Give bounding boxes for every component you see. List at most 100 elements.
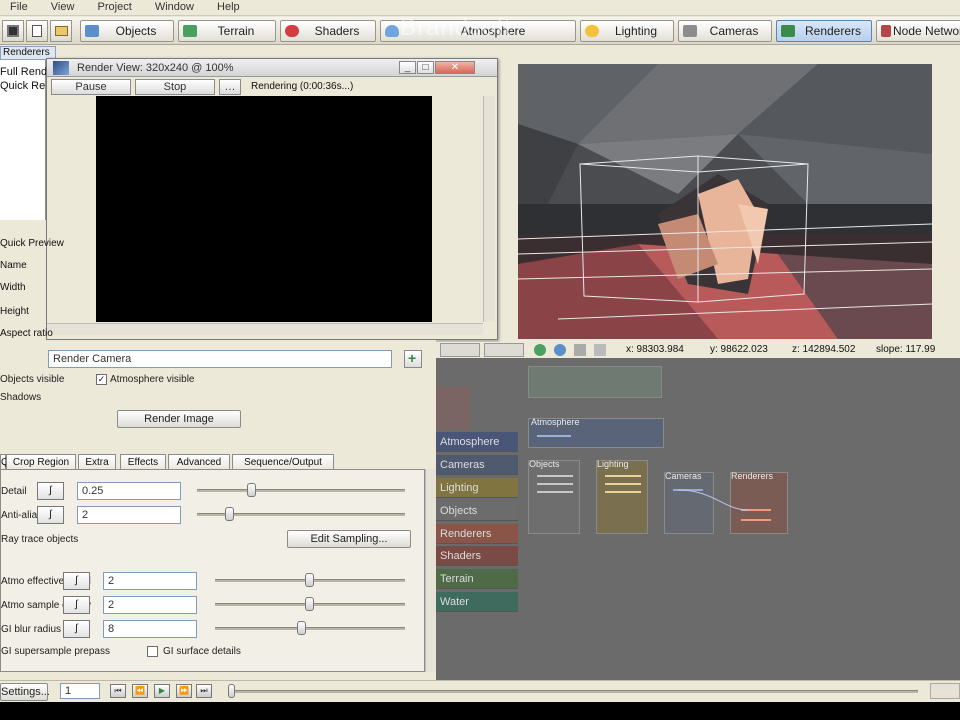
prev-frame-button[interactable]: ⏪ bbox=[132, 684, 148, 698]
ray-trace-objects-label: Ray trace objects bbox=[1, 534, 79, 545]
category-cameras[interactable]: Cameras bbox=[436, 455, 518, 475]
stop-button[interactable]: Stop bbox=[135, 79, 215, 95]
atmo-detail-curve-button[interactable]: ∫ bbox=[63, 572, 90, 590]
aspect-ratio-label: Aspect ratio bbox=[0, 328, 53, 339]
category-lighting[interactable]: Lighting bbox=[436, 478, 518, 498]
renderers-icon bbox=[781, 25, 795, 37]
tab-node-network[interactable]: Node Network bbox=[876, 20, 960, 42]
node-objects[interactable]: Objects bbox=[528, 459, 580, 534]
timeline-slider[interactable] bbox=[228, 690, 918, 693]
node-objects-port-3 bbox=[537, 491, 573, 493]
tab-sequence-output[interactable]: Sequence/Output bbox=[232, 454, 334, 470]
new-icon bbox=[32, 25, 42, 37]
cameras-icon bbox=[683, 25, 697, 37]
next-frame-button[interactable]: ⏩ bbox=[176, 684, 192, 698]
coord-x: x: 98303.984 bbox=[626, 344, 684, 355]
properties-scrollbar[interactable] bbox=[425, 469, 436, 672]
tab-effects[interactable]: Effects bbox=[120, 454, 166, 470]
tab-cameras[interactable]: Cameras bbox=[678, 20, 772, 42]
render-canvas bbox=[96, 96, 432, 322]
3d-viewport[interactable] bbox=[518, 64, 932, 339]
save-button[interactable] bbox=[2, 20, 24, 42]
add-icon: + bbox=[408, 350, 417, 366]
shaders-icon bbox=[285, 25, 299, 37]
add-camera-button[interactable]: + bbox=[404, 350, 422, 368]
gi-blur-curve-button[interactable]: ∫ bbox=[63, 620, 90, 638]
tab-shaders[interactable]: Shaders bbox=[280, 20, 376, 42]
timeline-extra-button[interactable] bbox=[930, 683, 960, 699]
atmo-detail-slider-thumb[interactable] bbox=[305, 573, 314, 587]
category-atmosphere[interactable]: Atmosphere bbox=[436, 432, 518, 452]
watermark: Brandsoft bbox=[400, 14, 512, 41]
detail-slider-thumb[interactable] bbox=[247, 483, 256, 497]
edit-sampling-button[interactable]: Edit Sampling... bbox=[287, 530, 411, 548]
open-icon bbox=[55, 26, 68, 36]
timeline-slider-thumb[interactable] bbox=[228, 684, 235, 698]
category-objects[interactable]: Objects bbox=[436, 501, 518, 521]
node-network-icon bbox=[881, 25, 891, 37]
minimize-button[interactable]: _ bbox=[399, 61, 416, 74]
camera-field[interactable]: Render Camera bbox=[48, 350, 392, 368]
detail-slider[interactable] bbox=[197, 489, 405, 492]
antialiasing-curve-button[interactable]: ∫ bbox=[37, 506, 64, 524]
tab-lighting[interactable]: Lighting bbox=[580, 20, 674, 42]
detail-field[interactable]: 0.25 bbox=[77, 482, 181, 500]
settings-button[interactable]: Settings... bbox=[0, 683, 50, 701]
refresh-icon[interactable] bbox=[534, 344, 546, 356]
gi-blur-slider[interactable] bbox=[215, 627, 405, 630]
properties-labels: Quick Preview Name Width Height Aspect r… bbox=[0, 220, 64, 340]
menu-view[interactable]: View bbox=[41, 0, 85, 13]
tab-objects[interactable]: Objects bbox=[80, 20, 174, 42]
objects-visible-label: Objects visible bbox=[0, 374, 65, 385]
tab-advanced[interactable]: Advanced bbox=[168, 454, 230, 470]
viewport-view-button[interactable] bbox=[440, 343, 480, 357]
category-water[interactable]: Water bbox=[436, 592, 518, 612]
open-button[interactable] bbox=[50, 20, 72, 42]
atmo-quality-curve-button[interactable]: ∫ bbox=[63, 596, 90, 614]
atmo-quality-slider-thumb[interactable] bbox=[305, 597, 314, 611]
frame-field[interactable]: 1 bbox=[60, 683, 100, 699]
render-view-scrollbar-h[interactable] bbox=[47, 323, 483, 335]
new-button[interactable] bbox=[26, 20, 48, 42]
render-image-button[interactable]: Render Image bbox=[117, 410, 241, 428]
menu-window[interactable]: Window bbox=[145, 0, 204, 13]
width-label: Width bbox=[0, 282, 26, 293]
category-renderers[interactable]: Renderers bbox=[436, 524, 518, 544]
atmosphere-icon bbox=[385, 25, 399, 37]
viewport-shading-button[interactable] bbox=[484, 343, 524, 357]
coord-z: z: 142894.502 bbox=[792, 344, 856, 355]
antialiasing-field[interactable]: 2 bbox=[77, 506, 181, 524]
gi-blur-field[interactable]: 8 bbox=[103, 620, 197, 638]
tab-terrain[interactable]: Terrain bbox=[178, 20, 276, 42]
node-atmosphere[interactable]: Atmosphere bbox=[528, 417, 664, 448]
menu-project[interactable]: Project bbox=[88, 0, 142, 13]
eye-icon[interactable] bbox=[554, 344, 566, 356]
play-button[interactable]: ▶ bbox=[154, 684, 170, 698]
category-shaders[interactable]: Shaders bbox=[436, 546, 518, 566]
node-top[interactable] bbox=[528, 366, 662, 398]
first-frame-button[interactable]: ⏮ bbox=[110, 684, 126, 698]
menu-help[interactable]: Help bbox=[207, 0, 250, 13]
gi-surface-details-checkbox[interactable] bbox=[147, 646, 158, 657]
atmosphere-visible-checkbox[interactable]: ✓ bbox=[96, 374, 107, 385]
atmo-detail-field[interactable]: 2 bbox=[103, 572, 197, 590]
tab-crop-region[interactable]: Crop Region bbox=[6, 454, 76, 470]
close-button[interactable]: ✕ bbox=[435, 61, 475, 74]
category-terrain[interactable]: Terrain bbox=[436, 569, 518, 589]
antialiasing-slider-thumb[interactable] bbox=[225, 507, 234, 521]
gi-blur-slider-thumb[interactable] bbox=[297, 621, 306, 635]
tab-extra[interactable]: Extra bbox=[78, 454, 116, 470]
settings-tabs: Quality Crop Region Extra Effects Advanc… bbox=[0, 454, 436, 470]
menu-file[interactable]: File bbox=[0, 0, 38, 13]
maximize-button[interactable]: □ bbox=[417, 61, 434, 74]
render-view-scrollbar-v[interactable] bbox=[483, 96, 495, 322]
frame-icon[interactable] bbox=[594, 344, 606, 356]
pause-button[interactable]: Pause bbox=[51, 79, 131, 95]
tab-renderers[interactable]: Renderers bbox=[776, 20, 872, 42]
last-frame-button[interactable]: ⏭ bbox=[196, 684, 212, 698]
zoom-button[interactable]: … bbox=[219, 79, 241, 95]
node-lighting[interactable]: Lighting bbox=[596, 459, 648, 534]
grid-icon[interactable] bbox=[574, 344, 586, 356]
atmo-quality-field[interactable]: 2 bbox=[103, 596, 197, 614]
detail-curve-button[interactable]: ∫ bbox=[37, 482, 64, 500]
